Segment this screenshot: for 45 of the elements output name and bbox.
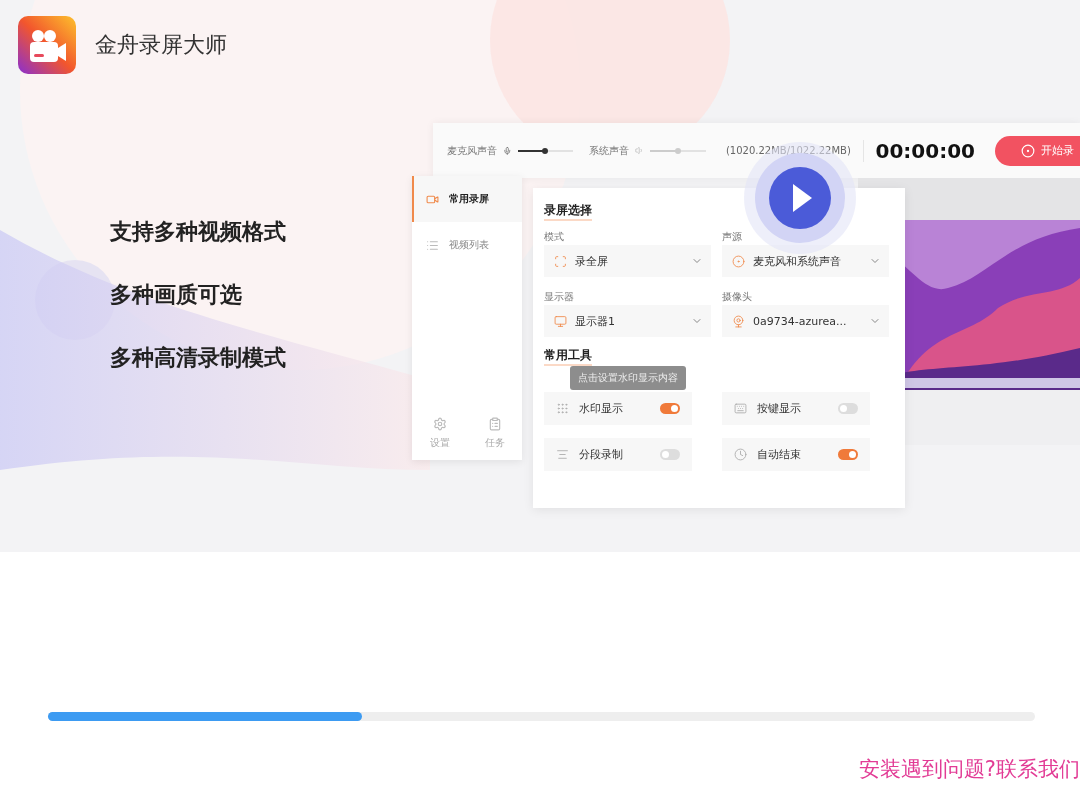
sidebar-item[interactable]: 视频列表: [412, 222, 522, 268]
sidebar-item[interactable]: 常用录屏: [412, 176, 522, 222]
toggle-switch[interactable]: [838, 403, 858, 414]
clock-icon: [734, 448, 747, 461]
settings-icon: [432, 417, 447, 431]
microphone-icon: [503, 144, 512, 157]
field-label: 模式: [544, 231, 565, 243]
toggle-switch[interactable]: [660, 403, 680, 414]
toggle-switch[interactable]: [660, 449, 680, 460]
webcam-icon: [732, 314, 745, 328]
sound-icon: [732, 254, 745, 268]
dropdown[interactable]: 麦克风和系统声音: [722, 245, 889, 277]
app-title: 金舟录屏大师: [95, 31, 227, 59]
feature-text: 多种高清录制模式: [110, 344, 287, 372]
tool-label: 水印显示: [579, 401, 623, 416]
storage-text: (1020.22MB/1022.22MB): [725, 145, 851, 156]
volume-slider[interactable]: [517, 149, 574, 152]
help-link[interactable]: 安装遇到问题?联系我们: [858, 755, 1080, 783]
tooltip: 点击设置水印显示内容: [570, 366, 686, 390]
lines-icon: [556, 448, 569, 461]
fullscreen-icon: [554, 254, 567, 268]
tool-label: 分段录制: [579, 447, 623, 462]
section-title: 录屏选择: [544, 202, 592, 221]
keyboard-icon: [734, 402, 747, 415]
feature-text: 支持多种视频格式: [110, 218, 287, 246]
list-icon: [426, 238, 439, 252]
volume-label: 系统声音: [589, 143, 630, 158]
tool-label: 自动结束: [757, 447, 801, 462]
toggle-switch[interactable]: [838, 449, 858, 460]
field-label: 声源: [722, 231, 743, 243]
speaker-icon: [635, 144, 645, 157]
field-label: 摄像头: [722, 291, 753, 303]
dropdown[interactable]: 显示器1: [544, 305, 711, 337]
volume-label: 麦克风声音: [447, 143, 497, 158]
volume-slider[interactable]: [650, 149, 706, 152]
timer-text: 00:00:00: [875, 138, 975, 163]
dropdown[interactable]: 录全屏: [544, 245, 711, 277]
dropdown[interactable]: 0a9734-azurea...: [722, 305, 889, 337]
clipboard-icon: [487, 417, 502, 431]
monitor-icon: [554, 314, 567, 328]
feature-text: 多种画质可选: [110, 281, 243, 309]
record-icon: [1021, 143, 1035, 158]
field-label: 显示器: [544, 291, 575, 303]
tool-label: 按键显示: [757, 401, 801, 416]
grid-icon: [556, 402, 569, 415]
